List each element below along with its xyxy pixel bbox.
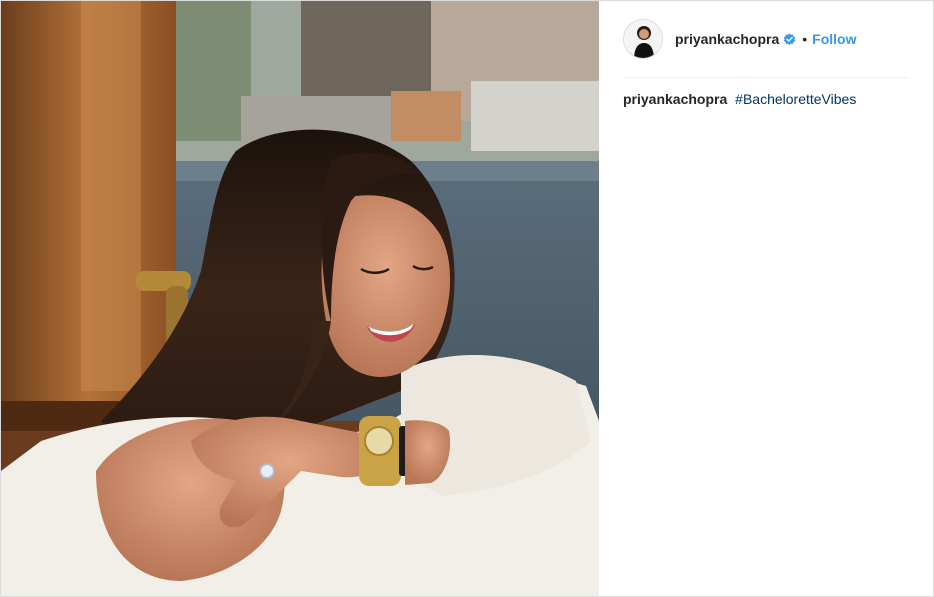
verified-badge-icon bbox=[783, 32, 796, 46]
author-avatar[interactable] bbox=[623, 19, 663, 59]
post-photo-image bbox=[1, 1, 599, 596]
post-photo[interactable] bbox=[1, 1, 599, 596]
avatar-image bbox=[624, 20, 662, 58]
post-caption: priyankachopra #BacheloretteVibes bbox=[623, 78, 909, 108]
post-header: priyankachopra • Follow bbox=[623, 1, 909, 78]
author-username[interactable]: priyankachopra bbox=[675, 31, 779, 47]
caption-hashtag[interactable]: #BacheloretteVibes bbox=[735, 91, 856, 107]
caption-username[interactable]: priyankachopra bbox=[623, 91, 727, 107]
post-side-panel: priyankachopra • Follow priyankachopra #… bbox=[599, 1, 933, 596]
instagram-post: priyankachopra • Follow priyankachopra #… bbox=[0, 0, 934, 597]
header-separator: • bbox=[802, 31, 808, 47]
follow-button[interactable]: Follow bbox=[812, 31, 856, 47]
